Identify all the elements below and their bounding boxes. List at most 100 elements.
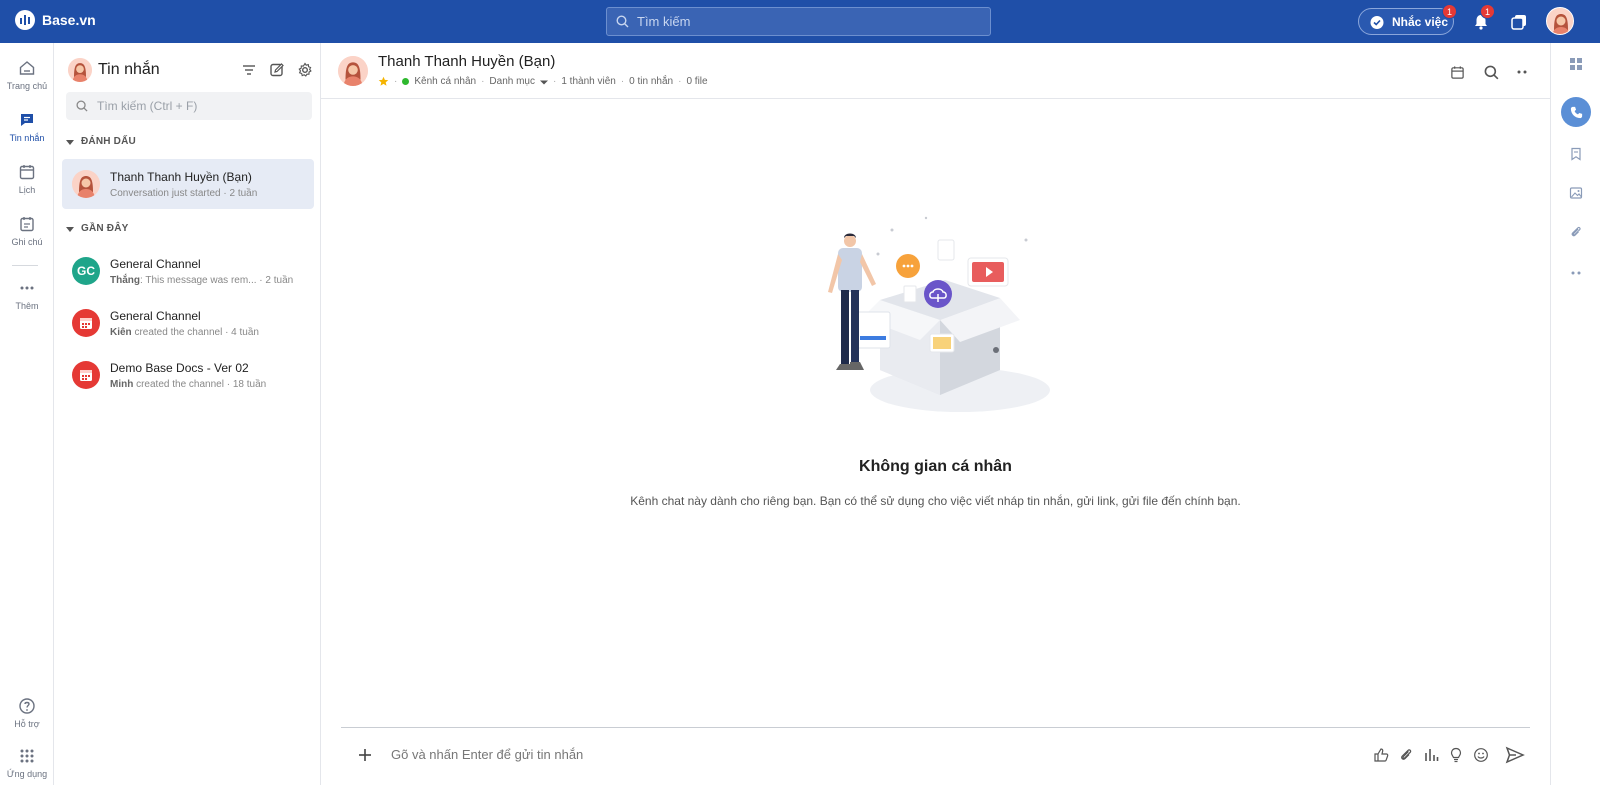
more-options-icon[interactable] — [1565, 262, 1587, 284]
conversation-name: General Channel — [110, 308, 201, 323]
settings-gear-icon[interactable] — [297, 62, 313, 78]
category-label: Danh mục — [489, 76, 535, 87]
avatar: GC — [72, 257, 100, 285]
nav-messages-label: Tin nhắn — [9, 133, 45, 143]
alarm-check-icon — [1369, 14, 1385, 30]
add-attachment-plus-icon[interactable] — [355, 745, 375, 765]
nav-more-label: Thêm — [15, 301, 39, 311]
conversation-item-personal[interactable]: Thanh Thanh Huyền (Bạn) Conversation jus… — [62, 159, 314, 209]
lightbulb-icon[interactable] — [1446, 745, 1466, 765]
preview-author: Thắng — [110, 274, 140, 286]
paperclip-icon[interactable] — [1565, 221, 1587, 243]
caret-down-icon — [66, 138, 74, 146]
filter-icon[interactable] — [241, 62, 257, 78]
section-recent-label: GẦN ĐÂY — [81, 223, 129, 234]
channel-calendar-icon — [72, 361, 100, 389]
nav-apps-label: Ứng dụng — [6, 769, 48, 779]
conversation-name: Thanh Thanh Huyền (Bạn) — [110, 169, 252, 184]
poll-chart-icon[interactable] — [1421, 745, 1441, 765]
nav-calendar[interactable]: Lịch — [0, 163, 54, 195]
conversation-list-panel: Tin nhắn Tìm kiếm (Ctrl + F) ĐÁNH DẤU Th… — [54, 43, 321, 785]
more-icon — [18, 279, 36, 297]
message-composer: Gõ và nhấn Enter để gửi tin nhắn — [341, 734, 1530, 778]
search-icon[interactable] — [1482, 63, 1500, 81]
composer-divider — [341, 727, 1530, 728]
empty-state-description: Kênh chat này dành cho riêng bạn. Bạn có… — [630, 494, 1241, 508]
thumbs-up-icon[interactable] — [1371, 745, 1391, 765]
channel-calendar-icon — [72, 309, 100, 337]
message-count: 0 tin nhắn — [629, 76, 674, 87]
preview-time: · 4 tuần — [222, 326, 259, 338]
conversation-name: Demo Base Docs - Ver 02 — [110, 360, 249, 375]
global-search-input[interactable]: Tìm kiếm — [606, 7, 991, 36]
reminder-button[interactable]: Nhắc việc — [1358, 8, 1454, 35]
top-bar: Base.vn Tìm kiếm Nhắc việc 1 1 — [0, 0, 1600, 43]
nav-more[interactable]: Thêm — [0, 279, 54, 311]
caret-down-icon — [66, 225, 74, 233]
empty-state-illustration — [820, 210, 1060, 425]
conversation-item[interactable]: Demo Base Docs - Ver 02 Minh created the… — [62, 350, 314, 400]
preview-text: : This message was rem... — [140, 274, 257, 286]
preview-text: created the channel — [131, 326, 223, 338]
list-title: Tin nhắn — [98, 61, 160, 78]
phone-call-icon[interactable] — [1561, 97, 1591, 127]
image-gallery-icon[interactable] — [1565, 182, 1587, 204]
nav-calendar-label: Lịch — [18, 185, 36, 195]
list-header: Tin nhắn — [68, 57, 313, 83]
section-recent-toggle[interactable]: GẦN ĐÂY — [66, 223, 129, 234]
send-icon[interactable] — [1505, 745, 1525, 765]
empty-state-title: Không gian cá nhân — [859, 458, 1012, 475]
bookmark-icon[interactable] — [1565, 143, 1587, 165]
grid-icon[interactable] — [1565, 53, 1587, 75]
nav-divider — [12, 265, 38, 266]
nav-help[interactable]: Hỗ trợ — [0, 697, 54, 729]
nav-notes[interactable]: Ghi chú — [0, 215, 54, 247]
emoji-icon[interactable] — [1471, 745, 1491, 765]
brand-logo-icon — [15, 10, 35, 30]
chat-windows-icon[interactable] — [1508, 11, 1530, 33]
right-tool-rail — [1550, 43, 1600, 785]
file-count[interactable]: 0 file — [686, 76, 707, 87]
section-starred-toggle[interactable]: ĐÁNH DẤU — [66, 136, 136, 147]
notification-badge: 1 — [1480, 4, 1495, 19]
left-nav-rail: Trang chủ Tin nhắn Lịch Ghi chú Thêm Hỗ … — [0, 43, 54, 785]
global-search-placeholder: Tìm kiếm — [637, 14, 691, 29]
preview-text: created the channel — [133, 378, 224, 390]
calendar-icon — [18, 163, 36, 181]
paperclip-icon[interactable] — [1396, 745, 1416, 765]
channel-type: Kênh cá nhân — [414, 76, 477, 87]
conversation-name: General Channel — [110, 256, 201, 271]
preview-time: · 18 tuần — [223, 378, 267, 390]
compose-icon[interactable] — [269, 62, 285, 78]
nav-home[interactable]: Trang chủ — [0, 59, 54, 91]
caret-down-icon[interactable] — [539, 78, 548, 86]
star-icon[interactable] — [378, 76, 389, 87]
nav-messages[interactable]: Tin nhắn — [0, 111, 54, 143]
conversation-header: Thanh Thanh Huyền (Bạn) · Kênh cá nhân ·… — [321, 43, 1550, 99]
avatar[interactable] — [68, 58, 92, 82]
conversation-preview: Minh created the channel · 18 tuần — [110, 379, 266, 390]
search-icon — [616, 15, 629, 28]
more-options-icon[interactable] — [1513, 63, 1531, 81]
reminder-label: Nhắc việc — [1392, 14, 1449, 29]
preview-time: · 2 tuần — [256, 274, 294, 286]
message-input[interactable]: Gõ và nhấn Enter để gửi tin nhắn — [391, 747, 583, 762]
preview-author: Minh — [110, 378, 134, 390]
nav-apps[interactable]: Ứng dụng — [0, 747, 54, 779]
reminder-badge: 1 — [1442, 4, 1457, 19]
search-icon — [76, 100, 88, 112]
user-avatar[interactable] — [1546, 7, 1574, 35]
message-icon — [18, 111, 36, 129]
note-icon — [18, 215, 36, 233]
member-count[interactable]: 1 thành viên — [561, 76, 616, 87]
apps-icon — [18, 747, 36, 765]
conversation-item[interactable]: General Channel Kiên created the channel… — [62, 298, 314, 348]
brand[interactable]: Base.vn — [15, 10, 96, 30]
avatar — [72, 170, 100, 198]
category-dropdown[interactable]: Danh mục — [489, 76, 535, 87]
conversation-search-input[interactable]: Tìm kiếm (Ctrl + F) — [66, 92, 312, 120]
calendar-icon[interactable] — [1448, 63, 1466, 81]
avatar[interactable] — [338, 56, 368, 86]
brand-name: Base.vn — [42, 12, 96, 28]
conversation-item[interactable]: GC General Channel Thắng: This message w… — [62, 246, 314, 296]
